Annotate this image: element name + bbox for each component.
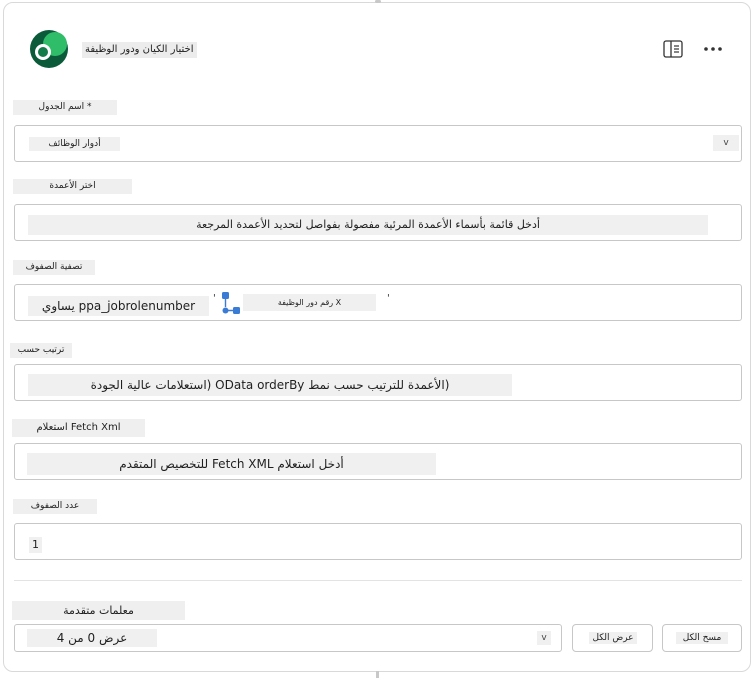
sort-by-placeholder: (الأعمدة للترتيب حسب نمط OData orderBy (… bbox=[28, 374, 512, 396]
chevron-down-icon: v bbox=[537, 631, 551, 645]
quote-mark: ' bbox=[213, 293, 216, 304]
advanced-parameters-value: عرض 0 من 4 bbox=[27, 629, 157, 647]
dynamics-logo-icon bbox=[23, 27, 75, 71]
panel-title: اختيار الكيان ودور الوظيفة bbox=[82, 42, 197, 58]
filter-rows-input[interactable]: ppa_jobrolenumber يساوي ' X رقم دور الوظ… bbox=[14, 284, 742, 321]
clear-all-label: مسح الكل bbox=[676, 632, 728, 644]
sidebar-panel-icon[interactable] bbox=[660, 36, 686, 62]
filter-chip-text: ppa_jobrolenumber يساوي bbox=[28, 296, 209, 316]
fetch-xml-label: Fetch Xml استعلام bbox=[12, 419, 145, 437]
advanced-parameters-label: معلمات متقدمة bbox=[12, 601, 185, 620]
job-role-number-token[interactable]: X رقم دور الوظيفة bbox=[243, 294, 376, 311]
select-columns-input[interactable]: أدخل قائمة بأسماء الأعمدة المرئية مفصولة… bbox=[14, 204, 742, 241]
table-name-dropdown[interactable]: أدوار الوظائف v bbox=[14, 125, 742, 162]
show-all-button[interactable]: عرض الكل bbox=[572, 624, 653, 652]
select-columns-label: اختر الأعمدة bbox=[13, 179, 132, 194]
fetch-xml-placeholder: أدخل استعلام Fetch XML للتخصيص المتقدم bbox=[27, 453, 436, 475]
resize-handle-top[interactable] bbox=[375, 0, 381, 3]
table-name-label: * اسم الجدول bbox=[13, 100, 117, 115]
show-all-label: عرض الكل bbox=[589, 632, 637, 644]
row-count-label: عدد الصفوف bbox=[13, 499, 97, 514]
more-ellipsis-icon[interactable] bbox=[700, 36, 726, 62]
chevron-down-icon: v bbox=[713, 135, 739, 151]
resize-handle-bottom[interactable] bbox=[376, 671, 379, 678]
filter-rows-label: تصفية الصفوف bbox=[13, 260, 95, 275]
row-count-value: 1 bbox=[29, 537, 42, 553]
sort-by-label: ترتيب حسب bbox=[10, 343, 72, 358]
dynamic-content-icon[interactable] bbox=[219, 291, 243, 315]
fetch-xml-input[interactable]: أدخل استعلام Fetch XML للتخصيص المتقدم bbox=[14, 443, 742, 480]
sort-by-input[interactable]: (الأعمدة للترتيب حسب نمط OData orderBy (… bbox=[14, 364, 742, 401]
select-columns-placeholder: أدخل قائمة بأسماء الأعمدة المرئية مفصولة… bbox=[28, 215, 708, 235]
table-name-value: أدوار الوظائف bbox=[29, 137, 120, 151]
advanced-parameters-dropdown[interactable]: عرض 0 من 4 v bbox=[14, 624, 562, 652]
clear-all-button[interactable]: مسح الكل bbox=[662, 624, 742, 652]
section-divider bbox=[14, 580, 742, 581]
quote-mark-end: ' bbox=[387, 293, 390, 304]
row-count-input[interactable]: 1 bbox=[14, 523, 742, 560]
